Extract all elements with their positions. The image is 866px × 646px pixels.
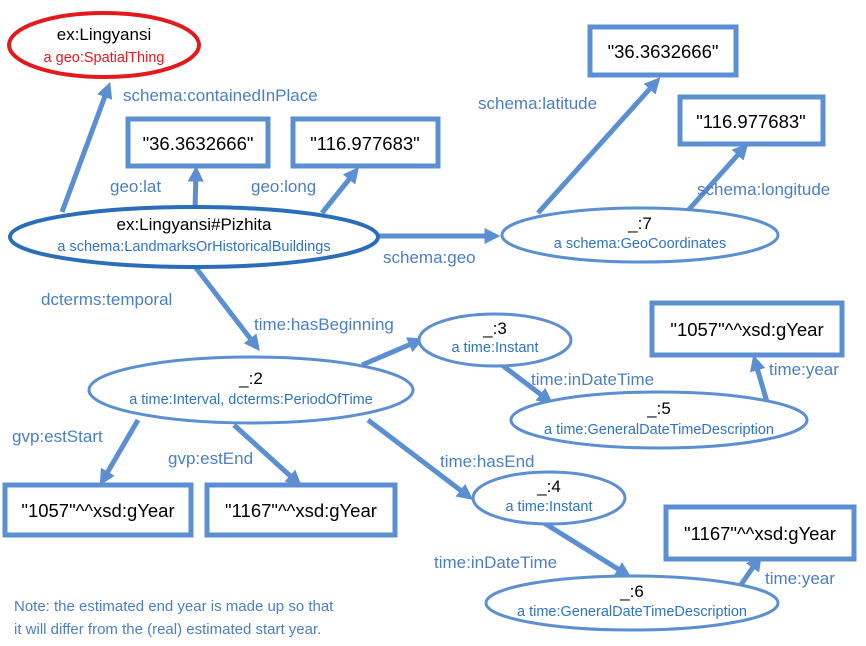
node-2-name: _:2 [238, 369, 263, 388]
edge-dcterms-temporal [191, 262, 260, 352]
node-7-type: a schema:GeoCoordinates [554, 236, 727, 252]
note-line-1: Note: the estimated end year is made up … [14, 598, 334, 615]
node-3-name: _:3 [482, 319, 507, 338]
node-pizhita-type: a schema:LandmarksOrHistoricalBuildings [57, 239, 330, 255]
literal-year-5[interactable]: "1057"^^xsd:gYear [649, 300, 845, 358]
label-dcterms-temporal: dcterms:temporal [41, 290, 172, 309]
rdf-graph-diagram: schema:containedInPlace geo:lat geo:long… [2, 11, 857, 638]
node-6[interactable]: _:6 a time:GeneralDateTimeDescription [484, 574, 780, 632]
node-2-type: a time:Interval, dcterms:PeriodOfTime [129, 392, 373, 408]
label-geo-lat: geo:lat [110, 177, 161, 196]
node-7[interactable]: _:7 a schema:GeoCoordinates [500, 206, 780, 264]
label-contained-in-place: schema:containedInPlace [123, 86, 318, 105]
label-year-6: time:year [765, 569, 835, 588]
label-schema-longitude: schema:longitude [697, 180, 830, 199]
literal-schema-lat-text: "36.3632666" [608, 41, 719, 62]
node-pizhita[interactable]: ex:Lingyansi#Pizhita a schema:LandmarksO… [8, 205, 380, 269]
label-has-beginning: time:hasBeginning [254, 315, 394, 334]
literal-schema-lat[interactable]: "36.3632666" [587, 24, 739, 78]
node-5-type: a time:GeneralDateTimeDescription [544, 422, 774, 438]
node-4[interactable]: _:4 a time:Instant [471, 470, 627, 526]
edge-est-start [99, 418, 141, 486]
node-2[interactable]: _:2 a time:Interval, dcterms:PeriodOfTim… [87, 355, 415, 425]
label-in-date-time-3: time:inDateTime [531, 370, 654, 389]
node-4-name: _:4 [536, 477, 561, 496]
node-lingyansi[interactable]: ex:Lingyansi a geo:SpatialThing [7, 11, 201, 79]
label-year-5: time:year [769, 360, 839, 379]
label-schema-latitude: schema:latitude [478, 94, 597, 113]
node-6-name: _:6 [619, 582, 644, 601]
literal-year-6-text: "1167"^^xsd:gYear [684, 523, 836, 544]
node-7-name: _:7 [627, 214, 652, 233]
literal-geo-long-text: "116.977683" [310, 133, 420, 154]
literal-schema-long[interactable]: "116.977683" [677, 94, 826, 147]
node-lingyansi-name: ex:Lingyansi [57, 25, 152, 44]
literal-year-6[interactable]: "1167"^^xsd:gYear [663, 504, 857, 562]
literal-year-5-text: "1057"^^xsd:gYear [670, 319, 823, 340]
literal-schema-long-text: "116.977683" [696, 111, 806, 132]
node-5-name: _:5 [646, 399, 671, 418]
node-6-type: a time:GeneralDateTimeDescription [517, 604, 747, 620]
note-line-2: it will differ from the (real) estimated… [14, 621, 321, 638]
label-est-end: gvp:estEnd [168, 449, 253, 468]
note: Note: the estimated end year is made up … [14, 598, 334, 638]
label-geo-long: geo:long [251, 177, 316, 196]
node-4-type: a time:Instant [505, 499, 592, 515]
edge-geo-lat [187, 165, 204, 211]
node-lingyansi-type: a geo:SpatialThing [44, 50, 165, 66]
literal-est-start[interactable]: "1057"^^xsd:gYear [2, 482, 194, 538]
node-3[interactable]: _:3 a time:Instant [417, 312, 573, 368]
literal-geo-lat-text: "36.3632666" [143, 133, 254, 154]
label-est-start: gvp:estStart [12, 427, 103, 446]
literal-est-end-text: "1167"^^xsd:gYear [225, 500, 377, 521]
edge-has-beginning [361, 337, 424, 368]
node-5[interactable]: _:5 a time:GeneralDateTimeDescription [509, 390, 809, 450]
node-3-type: a time:Instant [451, 340, 538, 356]
label-in-date-time-4: time:inDateTime [434, 553, 557, 572]
literal-est-start-text: "1057"^^xsd:gYear [21, 500, 174, 521]
literal-geo-long[interactable]: "116.977683" [290, 116, 441, 169]
literal-est-end[interactable]: "1167"^^xsd:gYear [204, 482, 398, 538]
node-pizhita-name: ex:Lingyansi#Pizhita [117, 215, 273, 234]
label-has-end: time:hasEnd [440, 452, 535, 471]
literal-geo-lat[interactable]: "36.3632666" [125, 116, 271, 169]
edge-year-5 [750, 354, 770, 403]
label-schema-geo: schema:geo [383, 248, 476, 267]
edge-geo-long [320, 167, 360, 215]
edge-contained-in-place [59, 81, 113, 213]
